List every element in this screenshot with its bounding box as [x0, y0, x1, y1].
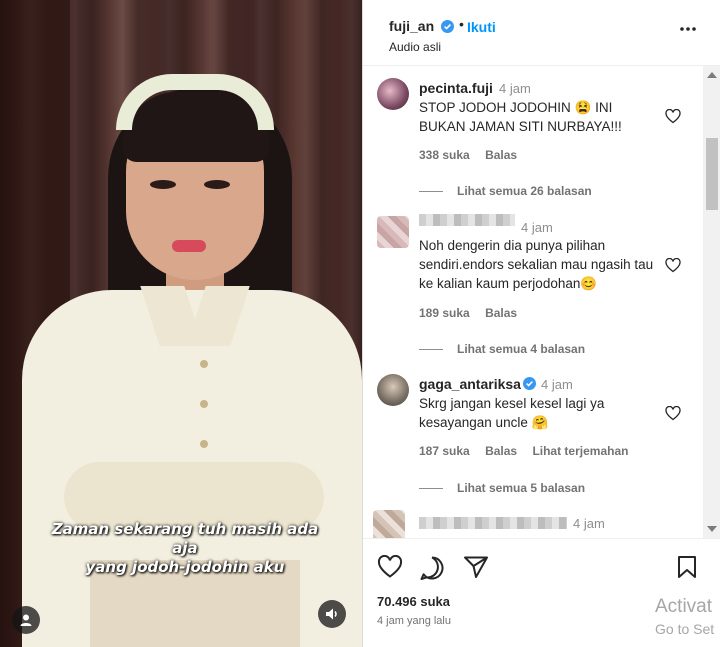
view-replies-label: Lihat semua 26 balasan [457, 184, 592, 198]
comments-list[interactable]: pecinta.fuji 4 jam STOP JODOH JODOHIN 😫 … [363, 66, 703, 538]
comment-bubble-icon[interactable] [419, 555, 445, 581]
posted-time: 4 jam yang lalu [377, 615, 451, 627]
lips [172, 240, 206, 252]
headband [116, 74, 274, 130]
reply-button[interactable]: Balas [485, 444, 517, 458]
scroll-up-arrow[interactable] [707, 72, 717, 78]
view-replies-link[interactable]: Lihat semua 5 balasan [419, 481, 585, 495]
heart-icon[interactable] [665, 258, 681, 273]
speaker-icon [326, 608, 337, 620]
avatar[interactable] [377, 78, 409, 110]
view-replies-label: Lihat semua 5 balasan [457, 481, 586, 495]
comment-meta: 338 suka Balas [419, 148, 529, 162]
tagged-user-button[interactable] [12, 606, 40, 634]
windows-activation-watermark-sub: Go to Set [655, 621, 715, 637]
avatar-blurred[interactable] [377, 216, 409, 248]
more-options-icon[interactable] [679, 26, 697, 32]
heart-icon[interactable] [665, 406, 681, 421]
comment-meta: 187 suka Balas Lihat terjemahan [419, 444, 640, 458]
likes-count[interactable]: 70.496 suka [377, 594, 450, 609]
divider-line [419, 348, 443, 350]
shirt-button [200, 440, 208, 448]
subtitle-line: Zaman sekarang tuh masih ada aja [51, 520, 319, 557]
author-username[interactable]: fuji_an [389, 18, 434, 34]
post-panel: fuji_an • Ikuti Audio asli pecinta.fuji … [362, 0, 720, 647]
windows-activation-watermark: Activat [655, 596, 713, 617]
comment-likes[interactable]: 189 suka [419, 306, 470, 320]
audio-link[interactable]: Audio asli [389, 40, 441, 54]
video-player[interactable]: Zaman sekarang tuh masih ada aja yang jo… [0, 0, 362, 647]
comment-time: 4 jam [521, 220, 553, 235]
comment-username[interactable]: pecinta.fuji [419, 80, 493, 96]
view-replies-link[interactable]: Lihat semua 26 balasan [419, 184, 592, 198]
shirt-button [200, 360, 208, 368]
divider-line [419, 487, 443, 489]
comment-meta: 189 suka Balas [419, 306, 529, 320]
shirt-button [200, 400, 208, 408]
comment-time: 4 jam [499, 81, 531, 96]
comment-text: STOP JODOH JODOHIN 😫 INI BUKAN JAMAN SIT… [419, 100, 622, 134]
comment-username[interactable]: gaga_antariksa [419, 376, 521, 392]
avatar-blurred[interactable] [373, 510, 405, 538]
verified-badge-icon [441, 20, 454, 33]
comment-text: Skrg jangan kesel kesel lagi ya kesayang… [419, 396, 605, 430]
translate-button[interactable]: Lihat terjemahan [532, 444, 628, 458]
comment-text: Noh dengerin dia punya pilihan sendiri.e… [419, 238, 654, 291]
follow-button[interactable]: Ikuti [467, 19, 496, 35]
post-header: fuji_an • Ikuti Audio asli [363, 0, 720, 66]
verified-badge-icon [523, 377, 536, 390]
reply-button[interactable]: Balas [485, 148, 517, 162]
bookmark-icon[interactable] [677, 555, 697, 579]
user-icon [20, 614, 32, 626]
username-blurred [419, 517, 567, 529]
view-replies-link[interactable]: Lihat semua 4 balasan [419, 342, 585, 356]
scroll-down-arrow[interactable] [707, 526, 717, 532]
divider-line [419, 190, 443, 192]
subtitle-line: yang jodoh-jodohin aku [85, 558, 285, 576]
like-heart-icon[interactable] [377, 555, 403, 579]
mute-button[interactable] [318, 600, 346, 628]
comment-time: 4 jam [573, 516, 605, 531]
separator-dot: • [459, 16, 464, 32]
comment-time: 4 jam [541, 377, 573, 392]
comment-likes[interactable]: 338 suka [419, 148, 470, 162]
view-replies-label: Lihat semua 4 balasan [457, 342, 586, 356]
eye-right [204, 180, 230, 189]
heart-icon[interactable] [665, 109, 681, 124]
scroll-thumb[interactable] [706, 138, 718, 210]
comments-scrollbar[interactable] [703, 66, 720, 538]
share-send-icon[interactable] [463, 555, 489, 579]
eye-left [150, 180, 176, 189]
comment-likes[interactable]: 187 suka [419, 444, 470, 458]
reply-button[interactable]: Balas [485, 306, 517, 320]
video-subtitle: Zaman sekarang tuh masih ada aja yang jo… [40, 520, 330, 577]
avatar[interactable] [377, 374, 409, 406]
post-actions: 70.496 suka 4 jam yang lalu Activat Go t… [363, 538, 720, 647]
username-blurred [419, 214, 515, 226]
